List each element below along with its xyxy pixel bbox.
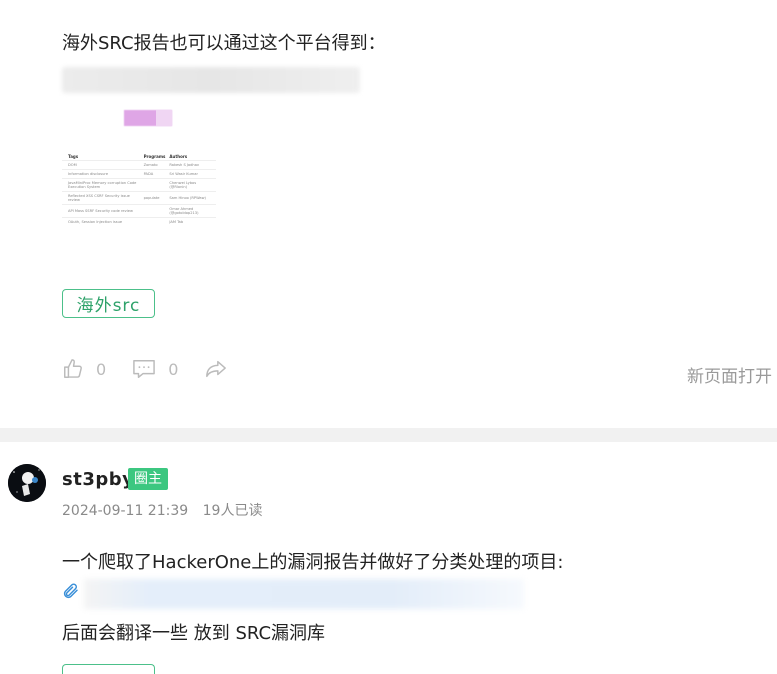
table-row: Reflected XSS CSRF Security issue review… [62,191,216,205]
post-text: 一个爬取了HackerOne上的漏洞报告并做好了分类处理的项目: [62,552,564,573]
table-header: Tags [68,154,79,159]
blurred-link[interactable] [84,579,524,609]
post-meta: 2024-09-11 21:39 19人已读 [62,500,262,520]
read-count: 19人已读 [202,503,263,519]
username[interactable]: st3pby [62,469,134,490]
blurred-link[interactable] [62,67,360,93]
blurred-image-fragment [156,110,172,126]
post-datetime: 2024-09-11 21:39 [62,503,189,519]
report-table-thumbnail[interactable]: Tags Programs Authors DOM Zomato Rakesh S … [62,153,216,257]
like-button[interactable]: 0 [62,358,106,380]
table-header: Authors [169,154,188,159]
table-row: API Mass SSRF Security code review Omar A… [62,204,216,218]
owner-badge: 圈主 [128,468,168,490]
table-row: DOM Zomato Rakesh S Jadhav [62,160,216,170]
post-divider [0,428,777,442]
topic-tag[interactable]: 海外src [62,289,155,318]
like-count: 0 [96,359,107,379]
comment-count: 0 [168,359,179,379]
avatar[interactable] [8,464,46,502]
thumbs-up-icon [64,359,82,378]
share-button[interactable] [204,358,228,380]
post-card: st3pby 圈主 2024-09-11 21:39 19人已读 一个爬取了Ha… [0,442,777,674]
share-icon [206,360,227,378]
post-text: 海外SRC报告也可以通过这个平台得到： [62,33,386,54]
comment-button[interactable]: 0 [132,358,178,380]
post-text: 后面会翻译一些 放到 SRC漏洞库 [62,623,326,644]
comment-icon [133,360,156,378]
table-row: JavaMiniProc Memory corruption Code Exec… [62,178,216,192]
paperclip-icon [63,583,78,599]
thumbnail-table: Tags Programs Authors DOM Zomato Rakesh S … [62,153,216,226]
table-row: Information disclosure PADA Sri Wasir Kuma… [62,169,216,179]
open-new-page-link[interactable]: 新页面打开 [687,362,772,387]
table-header: Programs [143,154,166,159]
post-actions: 0 0 [62,358,254,380]
post-card: 海外SRC报告也可以通过这个平台得到： Tags Programs Author… [0,0,777,428]
topic-tag[interactable] [62,664,155,674]
table-row: OAuth, Session Injection issue JAM Tab [62,217,216,226]
